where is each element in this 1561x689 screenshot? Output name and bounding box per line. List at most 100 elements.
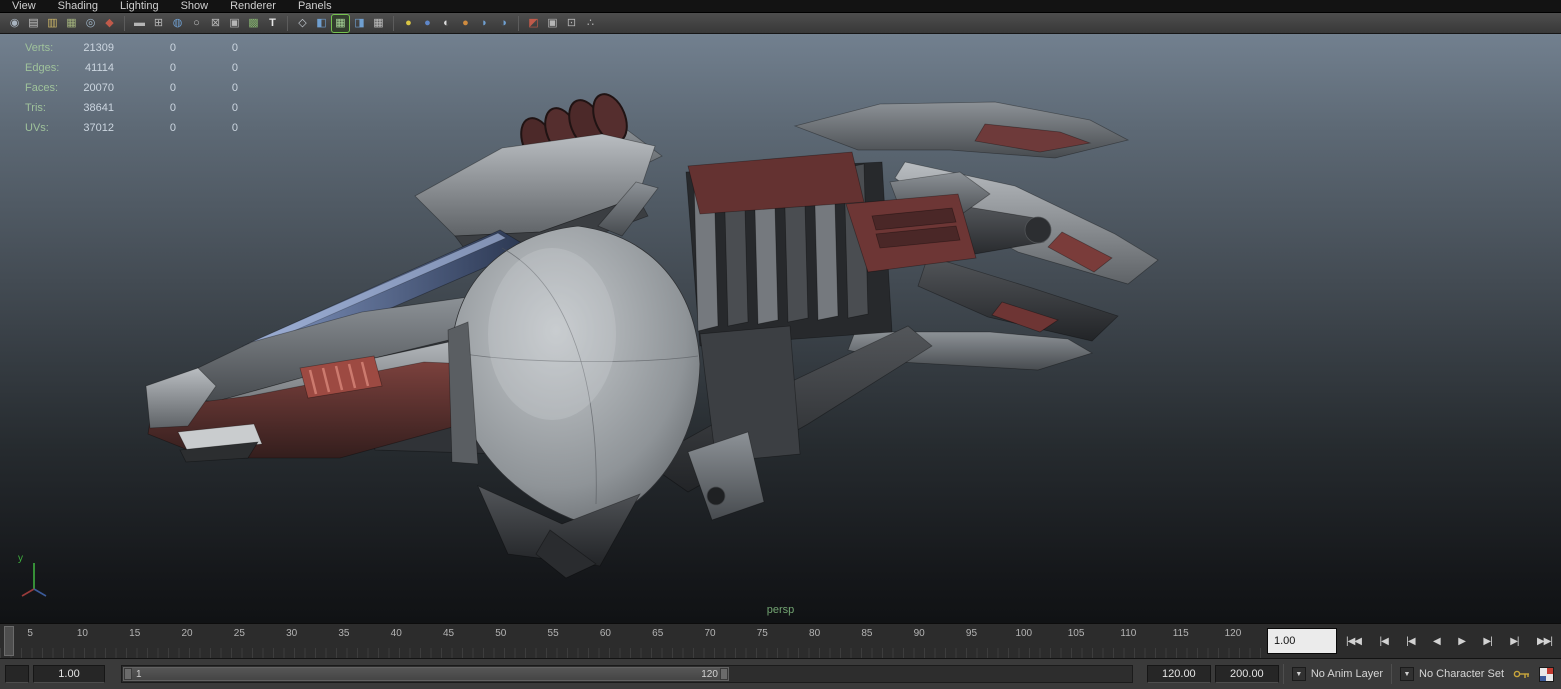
menu-show[interactable]: Show [181, 0, 209, 13]
anim-layer-label: No Anim Layer [1310, 668, 1384, 680]
timeline-tick: 110 [1120, 628, 1137, 639]
camera-name-label: persp [766, 604, 795, 616]
timeline-tick: 105 [1067, 628, 1085, 639]
poly-count-hud: Verts: 21309 0 0 Edges: 41114 0 0 Faces:… [0, 38, 238, 138]
hud-count-col3: 0 [231, 82, 238, 94]
select-camera-icon[interactable]: ◉ [6, 15, 23, 32]
hud-row: Faces: 20070 0 0 [0, 78, 238, 98]
checkered-icon[interactable]: ▦ [370, 15, 387, 32]
axis-gizmo: y [12, 553, 56, 601]
timeline-tick: 30 [286, 628, 298, 639]
animation-preferences-icon[interactable] [1536, 664, 1556, 684]
hud-total-count: 21309 [83, 42, 114, 54]
playback-end-field[interactable] [1146, 665, 1211, 683]
menu-renderer[interactable]: Renderer [230, 0, 276, 13]
timeline-tick: 50 [495, 628, 507, 639]
hud-label: Faces: [25, 82, 59, 94]
gate-mask-icon[interactable]: ◍ [169, 15, 186, 32]
hud-count-col2: 0 [169, 82, 176, 94]
hud-total-count: 37012 [83, 122, 114, 134]
menu-shading[interactable]: Shading [58, 0, 98, 13]
pencil-tool-icon[interactable]: ▤ [25, 15, 42, 32]
range-slider-row: 1 120 ▼ No Anim Layer ▼ No Character Set [0, 658, 1561, 689]
grease-pencil-icon[interactable]: ◆ [101, 15, 118, 32]
range-slider-track[interactable]: 1 120 [121, 665, 1133, 683]
isolate-select-icon[interactable]: ◩ [525, 15, 542, 32]
shadows-icon[interactable]: ● [419, 15, 436, 32]
anim-layer-dropdown[interactable]: ▼ No Anim Layer [1288, 659, 1387, 689]
depth-of-field-icon[interactable]: ◑ [495, 15, 512, 32]
field-chart-icon[interactable]: ○ [188, 15, 205, 32]
resolution-gate-icon[interactable]: ⊞ [150, 15, 167, 32]
hud-count-col2: 0 [169, 62, 176, 74]
range-end-label: 120 [701, 668, 718, 680]
safe-action-icon[interactable]: ⊠ [207, 15, 224, 32]
step-back-key-button[interactable]: |◀ [1405, 634, 1415, 649]
x-ray-icon[interactable]: ▣ [544, 15, 561, 32]
hud-count-col3: 0 [231, 102, 238, 114]
timeline-tick: 95 [965, 628, 978, 639]
step-forward-key-button[interactable]: ▶| [1482, 634, 1492, 649]
hud-count-col2: 0 [169, 102, 176, 114]
motion-blur-icon[interactable]: ● [457, 15, 474, 32]
panel-menubar: View Shading Lighting Show Renderer Panels [0, 0, 1561, 13]
character-set-dropdown[interactable]: ▼ No Character Set [1396, 659, 1508, 689]
timeline-tick: 90 [913, 628, 925, 639]
wireframe-icon[interactable]: ◇ [294, 15, 311, 32]
safe-title-icon[interactable]: ▣ [226, 15, 243, 32]
hud-toggle-icon[interactable]: T [264, 15, 281, 32]
go-to-start-button[interactable]: |◀◀ [1345, 634, 1362, 649]
toolbar-separator [124, 15, 125, 31]
toolbar-separator [518, 15, 519, 31]
timeline-ruler[interactable]: 5 10 15 20 25 30 35 40 45 50 55 60 65 70 75 80 85 90 95 100… [0, 624, 1263, 658]
timeline-tick: 120 [1224, 628, 1242, 639]
plugin-shading-icon[interactable]: ∴ [582, 15, 599, 32]
timeline-tick: 15 [129, 628, 141, 639]
hud-total-count: 38641 [83, 102, 114, 114]
playback-start-field[interactable] [33, 665, 105, 683]
menu-panels[interactable]: Panels [298, 0, 332, 13]
bookmarks-icon[interactable]: ▥ [44, 15, 61, 32]
use-all-lights-icon[interactable]: ● [400, 15, 417, 32]
hud-row: Verts: 21309 0 0 [0, 38, 238, 58]
image-plane-icon[interactable]: ▦ [63, 15, 80, 32]
range-slider-bar[interactable]: 1 120 [123, 667, 729, 681]
multisampling-icon[interactable]: ◗ [476, 15, 493, 32]
menu-view[interactable]: View [12, 0, 36, 13]
step-back-frame-button[interactable]: |◀ [1378, 634, 1388, 649]
hud-row: Tris: 38641 0 0 [0, 98, 238, 118]
film-gate-icon[interactable]: ▬ [131, 15, 148, 32]
frame-all-icon[interactable]: ▩ [245, 15, 262, 32]
animation-end-field[interactable] [1214, 665, 1279, 683]
current-time-field[interactable] [1267, 628, 1337, 654]
shaded-icon[interactable]: ◧ [313, 15, 330, 32]
time-slider-row: 5 10 15 20 25 30 35 40 45 50 55 60 65 70 75 80 85 90 95 100… [0, 623, 1561, 658]
go-to-end-button[interactable]: ▶▶| [1536, 634, 1553, 649]
timeline-tick: 35 [338, 628, 350, 639]
textured-icon[interactable]: ▦ [331, 13, 350, 33]
timeline-tick: 115 [1172, 628, 1189, 639]
viewport[interactable]: Verts: 21309 0 0 Edges: 41114 0 0 Faces:… [0, 34, 1561, 623]
playback-controls: |◀◀ |◀ |◀ ◀ ▶ ▶| ▶| ▶▶| [1341, 624, 1561, 658]
hud-count-col2: 0 [169, 122, 176, 134]
current-frame-indicator[interactable] [4, 626, 14, 656]
play-forwards-button[interactable]: ▶ [1457, 634, 1466, 649]
range-start-label: 1 [136, 668, 142, 680]
animation-start-field[interactable] [5, 665, 29, 683]
chevron-down-icon: ▼ [1400, 667, 1415, 681]
auto-keyframe-icon[interactable] [1512, 664, 1532, 684]
hud-count-col2: 0 [169, 42, 176, 54]
maya-viewport-panel: View Shading Lighting Show Renderer Panels ◉ ▤… [0, 0, 1561, 689]
use-default-material-icon[interactable]: ◨ [351, 15, 368, 32]
step-forward-frame-button[interactable]: ▶| [1509, 634, 1519, 649]
2d-pan-zoom-icon[interactable]: ◎ [82, 15, 99, 32]
timeline-tick: 100 [1015, 628, 1033, 639]
ambient-occlusion-icon[interactable]: ◐ [438, 15, 455, 32]
joint-x-ray-icon[interactable]: ⊡ [563, 15, 580, 32]
divider [1282, 664, 1284, 684]
play-backwards-button[interactable]: ◀ [1432, 634, 1441, 649]
hud-row: UVs: 37012 0 0 [0, 118, 238, 138]
timeline-tick: 75 [756, 628, 768, 639]
timeline-tick: 60 [599, 628, 611, 639]
menu-lighting[interactable]: Lighting [120, 0, 159, 13]
